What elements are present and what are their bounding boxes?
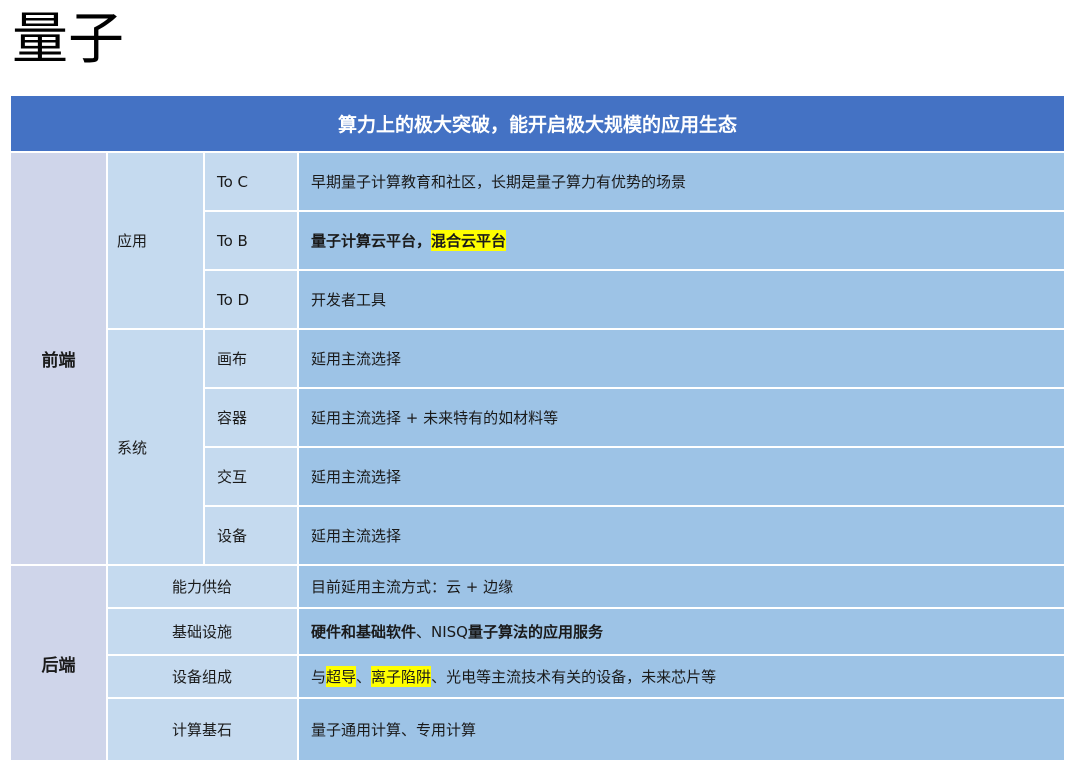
row-label-device: 设备 [205,507,297,564]
row-desc-to-c: 早期量子计算教育和社区，长期是量子算力有优势的场景 [299,153,1064,210]
row-label-container: 容器 [205,389,297,446]
row-label-infrastructure: 基础设施 [108,609,297,654]
row-desc-capability-supply: 目前延用主流方式：云 + 边缘 [299,566,1064,607]
group-system: 系统 [108,330,203,564]
desc-text: 、NISQ [416,623,468,641]
row-desc-interaction: 延用主流选择 [299,448,1064,505]
desc-bold-text: 硬件和基础软件 [311,623,417,641]
row-desc-canvas: 延用主流选择 [299,330,1064,387]
row-desc-to-d: 开发者工具 [299,271,1064,328]
desc-text: 、 [356,668,372,686]
desc-text: 与 [311,668,327,686]
section-backend: 后端 [11,566,106,760]
row-desc-device: 延用主流选择 [299,507,1064,564]
row-desc-device-composition: 与超导、离子陷阱 、光电等主流技术有关的设备，未来芯片等 [299,656,1064,697]
row-label-interaction: 交互 [205,448,297,505]
row-label-device-composition: 设备组成 [108,656,297,697]
desc-bold-text: 量子算法的应用服务 [468,623,604,641]
row-desc-to-b: 量子计算云平台， 混合云平台 [299,212,1064,269]
row-label-to-d: To D [205,271,297,328]
row-label-canvas: 画布 [205,330,297,387]
highlight-text: 离子陷阱 [371,666,432,687]
page-title: 量子 [12,7,124,72]
row-label-capability-supply: 能力供给 [108,566,297,607]
row-desc-container: 延用主流选择 + 未来特有的如材料等 [299,389,1064,446]
section-frontend: 前端 [11,153,106,564]
quantum-table: 算力上的极大突破，能开启极大规模的应用生态 前端 应用 To C 早期量子计算教… [11,96,1064,760]
table-header: 算力上的极大突破，能开启极大规模的应用生态 [11,96,1064,151]
highlight-text: 混合云平台 [431,230,507,251]
row-desc-infrastructure: 硬件和基础软件 、NISQ 量子算法的应用服务 [299,609,1064,654]
row-label-to-b: To B [205,212,297,269]
desc-text: 量子计算云平台， [311,232,432,250]
desc-text: 、光电等主流技术有关的设备，未来芯片等 [431,668,717,686]
group-application: 应用 [108,153,203,328]
row-desc-computing-foundation: 量子通用计算、专用计算 [299,699,1064,760]
row-label-to-c: To C [205,153,297,210]
highlight-text: 超导 [326,666,357,687]
row-label-computing-foundation: 计算基石 [108,699,297,760]
